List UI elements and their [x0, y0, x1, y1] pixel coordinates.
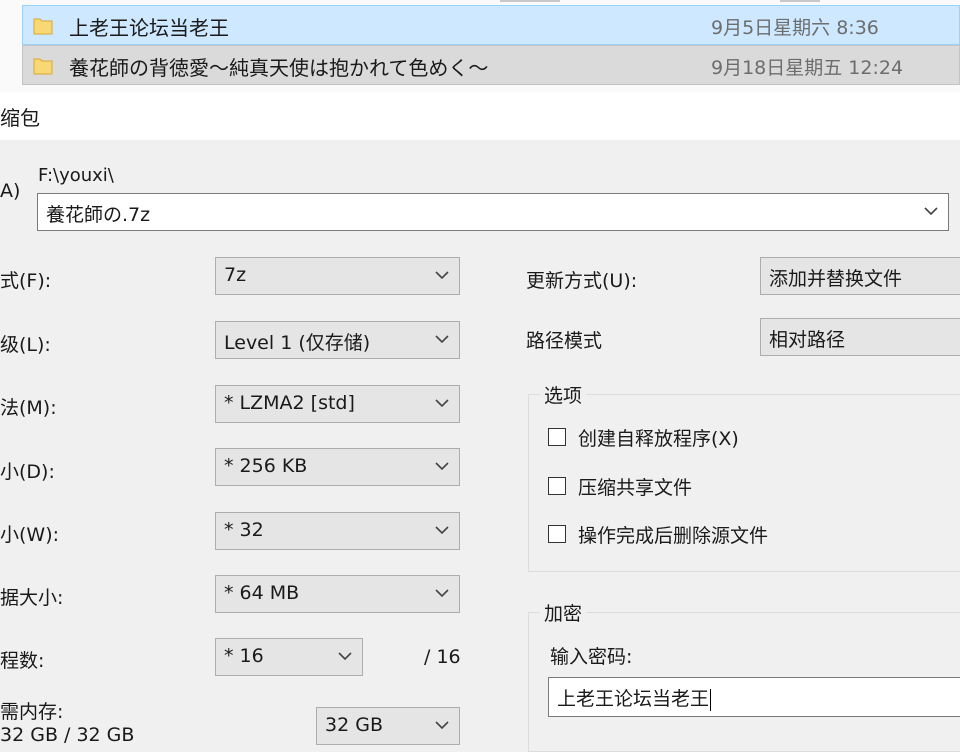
text-caret: [710, 688, 712, 711]
password-value: 上老王论坛当老王: [557, 688, 710, 710]
folder-icon: [33, 58, 53, 75]
compress-shared-label: 压缩共享文件: [578, 477, 693, 499]
threads-value: * 16: [224, 645, 264, 667]
chevron-down-icon[interactable]: [435, 398, 449, 408]
word-size-label: 小(W):: [0, 524, 60, 546]
options-title: 选项: [540, 381, 587, 408]
delete-source-checkbox[interactable]: [548, 525, 566, 543]
file-date: 9月18日星期五 12:24: [711, 57, 904, 79]
dictionary-size-label: 小(D):: [0, 461, 55, 483]
archive-label: A): [0, 180, 21, 202]
chevron-down-icon[interactable]: [924, 206, 938, 216]
level-combobox[interactable]: Level 1 (仅存储): [215, 321, 460, 359]
encryption-title: 加密: [540, 599, 587, 626]
top-toolbar-fragment: [500, 0, 820, 2]
path-mode-combobox[interactable]: 相对路径: [760, 318, 960, 356]
chevron-down-icon[interactable]: [435, 270, 449, 280]
threads-label: 程数:: [0, 650, 45, 672]
chevron-down-icon[interactable]: [435, 588, 449, 598]
threads-max: / 16: [424, 646, 461, 668]
format-combobox[interactable]: 7z: [215, 257, 460, 295]
format-label: 式(F):: [0, 270, 52, 292]
level-value: Level 1 (仅存储): [224, 332, 371, 354]
threads-combobox[interactable]: * 16: [215, 638, 363, 676]
chevron-down-icon[interactable]: [338, 651, 352, 661]
explorer-file-list: 上老王论坛当老王 9月5日星期六 8:36 養花師の背徳愛～純真天使は抱かれて色…: [0, 0, 960, 92]
dialog-titlebar: [0, 92, 960, 140]
chevron-down-icon[interactable]: [435, 334, 449, 344]
delete-source-label: 操作完成后删除源文件: [578, 525, 769, 547]
memory-value: 32 GB: [325, 714, 383, 736]
chevron-down-icon[interactable]: [435, 720, 449, 730]
update-mode-value: 添加并替换文件: [769, 268, 903, 290]
method-value: * LZMA2 [std]: [224, 392, 355, 414]
word-size-combobox[interactable]: * 32: [215, 512, 460, 550]
archive-name-value: 養花師の.7z: [46, 204, 151, 226]
memory-label: 需内存:: [0, 701, 64, 723]
self-extracting-checkbox[interactable]: [548, 428, 566, 446]
password-input[interactable]: 上老王论坛当老王: [548, 677, 960, 717]
level-label: 级(L):: [0, 334, 51, 356]
memory-combobox[interactable]: 32 GB: [316, 707, 460, 745]
compress-shared-checkbox[interactable]: [548, 477, 566, 495]
chevron-down-icon[interactable]: [435, 461, 449, 471]
file-row[interactable]: 上老王论坛当老王 9月5日星期六 8:36: [22, 5, 960, 45]
file-name: 上老王论坛当老王: [69, 16, 229, 40]
folder-icon: [33, 18, 53, 35]
memory-usage: 32 GB / 32 GB: [0, 724, 135, 746]
file-date: 9月5日星期六 8:36: [711, 17, 879, 39]
chevron-down-icon[interactable]: [435, 525, 449, 535]
dictionary-size-value: * 256 KB: [224, 455, 308, 477]
format-value: 7z: [224, 264, 247, 286]
password-label: 输入密码:: [550, 646, 633, 668]
update-mode-label: 更新方式(U):: [526, 270, 638, 292]
archive-path: F:\youxi\: [38, 165, 114, 186]
dictionary-size-combobox[interactable]: * 256 KB: [215, 448, 460, 486]
path-mode-label: 路径模式: [526, 330, 603, 352]
update-mode-combobox[interactable]: 添加并替换文件: [760, 257, 960, 295]
solid-block-size-combobox[interactable]: * 64 MB: [215, 575, 460, 613]
self-extracting-label: 创建自释放程序(X): [578, 428, 739, 450]
archive-name-combobox[interactable]: 養花師の.7z: [37, 193, 949, 231]
solid-block-size-value: * 64 MB: [224, 582, 300, 604]
file-name: 養花師の背徳愛～純真天使は抱かれて色めく～: [69, 56, 489, 80]
file-row[interactable]: 養花師の背徳愛～純真天使は抱かれて色めく～ 9月18日星期五 12:24: [22, 45, 960, 85]
method-label: 法(M):: [0, 397, 57, 419]
path-mode-value: 相对路径: [769, 329, 846, 351]
dialog-title: 缩包: [0, 106, 40, 130]
solid-block-size-label: 据大小:: [0, 587, 64, 609]
method-combobox[interactable]: * LZMA2 [std]: [215, 385, 460, 423]
word-size-value: * 32: [224, 519, 264, 541]
